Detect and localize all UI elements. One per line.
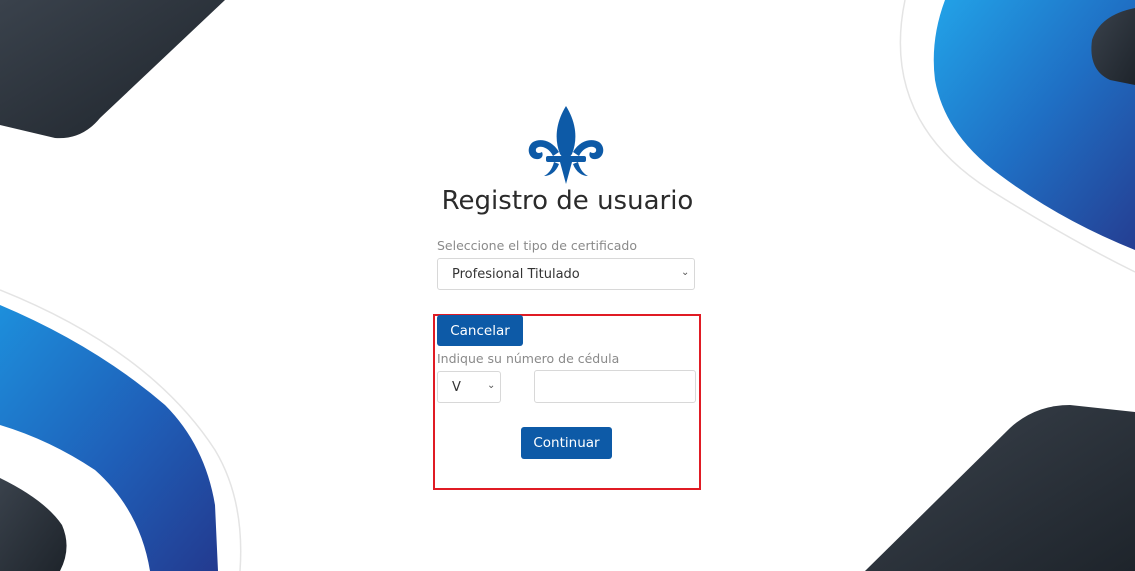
chevron-down-icon: ⌄ [681,267,690,278]
id-type-select[interactable]: V ⌄ [437,371,501,403]
id-number-input[interactable] [534,370,696,403]
certificate-type-select[interactable]: Profesional Titulado ⌄ [437,258,695,290]
id-number-label: Indique su número de cédula [437,351,620,366]
chevron-down-icon: ⌄ [487,380,496,391]
continue-button[interactable]: Continuar [521,427,612,459]
certificate-type-value: Profesional Titulado [452,267,580,282]
shape-right-dark-bottom [865,405,1135,571]
id-type-value: V [452,380,461,395]
page-title: Registro de usuario [441,186,694,216]
shape-left-dark [0,478,67,571]
certificate-type-label: Seleccione el tipo de certificado [437,238,637,253]
cancel-button[interactable]: Cancelar [437,315,523,346]
fleur-de-lis-icon [528,106,604,184]
shape-top-left [0,0,225,139]
